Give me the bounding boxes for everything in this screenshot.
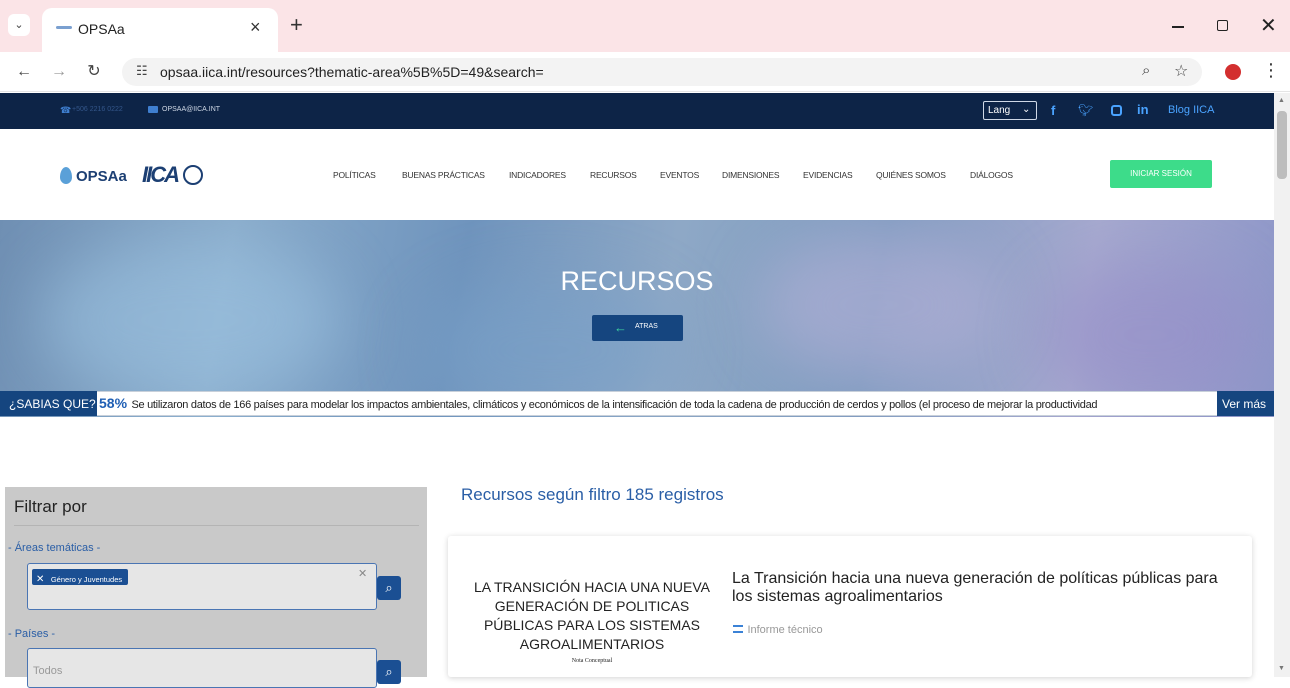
favicon-icon	[56, 26, 72, 29]
thematic-search-button[interactable]: ⌕	[377, 576, 401, 600]
thumbnail-title: LA TRANSICIÓN HACIA UNA NUEVA GENERACIÓN…	[474, 579, 710, 652]
countries-label: - Países -	[8, 628, 56, 640]
ver-mas-label: Ver más	[1222, 397, 1267, 411]
email-text[interactable]: OPSAA@IICA.INT	[162, 106, 220, 113]
search-icon: ⌕	[385, 580, 393, 595]
thematic-label: - Áreas temáticas -	[8, 542, 101, 554]
nav-eventos[interactable]: EVENTOS	[660, 170, 699, 180]
tab-close-icon[interactable]: ×	[250, 17, 261, 38]
lang-label: Lang	[988, 105, 1011, 116]
selected-tag[interactable]: ✕ Género y Juventudes	[32, 569, 129, 585]
countries-search-button[interactable]: ⌕	[377, 660, 401, 684]
lang-select[interactable]: Lang ⌄	[983, 101, 1037, 120]
tab-search-chevron-icon[interactable]: ⌄	[8, 14, 30, 36]
tab-title: OPSAa	[78, 21, 125, 37]
nav-quienes-somos[interactable]: QUIÉNES SOMOS	[876, 170, 946, 180]
resource-type: Informe técnico	[733, 620, 823, 638]
profile-avatar-icon[interactable]	[1225, 64, 1241, 80]
resource-title[interactable]: La Transición hacia una nueva generación…	[732, 570, 1242, 606]
forward-icon[interactable]: →	[49, 62, 69, 82]
site-header: OPSAa IICA	[0, 129, 1274, 220]
nav-evidencias[interactable]: EVIDENCIAS	[803, 170, 853, 180]
ticker-text: Se utilizaron datos de 166 países para m…	[131, 399, 1098, 411]
nav-dimensiones[interactable]: DIMENSIONES	[722, 170, 780, 180]
blog-link[interactable]: Blog IICA	[1168, 104, 1214, 116]
chevron-down-icon: ⌄	[1022, 104, 1031, 115]
page-scrollbar[interactable]: ▲ ▼	[1274, 93, 1290, 677]
new-tab-button[interactable]: +	[290, 12, 303, 38]
ticker-number: 58%	[99, 395, 128, 411]
scroll-down-icon[interactable]: ▼	[1278, 665, 1285, 672]
email-icon	[148, 106, 158, 113]
opsaa-leaf-icon	[60, 167, 72, 184]
login-button[interactable]: INICIAR SESIÓN	[1110, 160, 1212, 188]
phone-text[interactable]: +506 2216 0222	[72, 106, 123, 113]
resource-type-label: Informe técnico	[747, 624, 823, 636]
filter-divider	[14, 525, 419, 526]
ticker-message: 58% Se utilizaron datos de 166 países pa…	[97, 392, 1217, 415]
nav-indicadores[interactable]: INDICADORES	[509, 170, 566, 180]
reload-icon[interactable]: ↻	[84, 62, 104, 82]
clear-selection-icon[interactable]: ✕	[358, 567, 367, 580]
scroll-up-icon[interactable]: ▲	[1278, 97, 1285, 104]
menu-kebab-icon[interactable]: ⋮	[1262, 60, 1280, 81]
site-topbar: ☎ +506 2216 0222 OPSAA@IICA.INT Lang ⌄ f…	[0, 93, 1274, 129]
filter-title: Filtrar por	[14, 497, 87, 516]
results-heading: Recursos según filtro 185 registros	[461, 485, 724, 504]
twitter-icon[interactable]: 🐦︎	[1078, 103, 1093, 117]
back-icon[interactable]: ←	[14, 62, 34, 82]
hero-bokeh	[760, 230, 1000, 380]
tag-label: Género y Juventudes	[50, 575, 123, 584]
hero-bokeh	[40, 240, 340, 400]
facebook-icon[interactable]: f	[1051, 103, 1055, 118]
site-logo[interactable]: OPSAa IICA	[60, 162, 210, 190]
browser-tabstrip: ⌄ OPSAa × + ✕	[0, 0, 1290, 52]
instagram-icon[interactable]	[1111, 105, 1122, 116]
nav-buenas-practicas[interactable]: BUENAS PRÁCTICAS	[402, 170, 485, 180]
phone-icon: ☎	[60, 105, 72, 115]
arrow-left-icon: ←	[614, 320, 627, 335]
resource-thumbnail[interactable]: LA TRANSICIÓN HACIA UNA NUEVA GENERACIÓN…	[462, 578, 722, 677]
url-text: opsaa.iica.int/resources?thematic-area%5…	[160, 64, 544, 80]
fact-ticker: ¿SABIAS QUE? 58% Se utilizaron datos de …	[0, 391, 1274, 416]
thumbnail-subtitle: Nota Conceptual	[571, 658, 613, 664]
list-icon	[733, 625, 743, 633]
thematic-area-select[interactable]: ✕ Género y Juventudes ✕	[27, 563, 377, 610]
close-window-icon[interactable]: ✕	[1260, 13, 1277, 38]
nav-recursos[interactable]: RECURSOS	[590, 170, 637, 180]
ticker-label: ¿SABIAS QUE?	[9, 397, 96, 411]
bookmark-star-icon[interactable]: ☆	[1174, 61, 1188, 81]
logo-text: OPSAa	[76, 168, 127, 185]
countries-placeholder: Todos	[33, 665, 63, 677]
tag-remove-icon[interactable]: ✕	[36, 574, 44, 585]
back-label: ATRAS	[635, 323, 658, 330]
login-label: INICIAR SESIÓN	[1130, 169, 1192, 178]
restore-icon[interactable]	[1217, 20, 1228, 31]
ver-mas-button[interactable]: Ver más	[1217, 391, 1274, 416]
browser-tab[interactable]: OPSAa ×	[42, 8, 278, 52]
linkedin-icon[interactable]: in	[1137, 102, 1149, 117]
site-info-icon[interactable]: ☷	[136, 63, 148, 79]
address-bar[interactable]: ☷ opsaa.iica.int/resources?thematic-area…	[122, 58, 1202, 86]
resource-card[interactable]: LA TRANSICIÓN HACIA UNA NUEVA GENERACIÓN…	[448, 536, 1252, 677]
minimize-icon[interactable]	[1172, 26, 1184, 28]
page-title: RECURSOS	[560, 266, 714, 296]
hero-banner: RECURSOS ← ATRAS	[0, 220, 1274, 417]
scrollbar-thumb[interactable]	[1277, 111, 1287, 179]
countries-select[interactable]: Todos	[27, 648, 377, 688]
globe-icon	[183, 165, 203, 185]
iica-logo-text: IICA	[142, 162, 180, 187]
nav-politicas[interactable]: POLÍTICAS	[333, 170, 376, 180]
zoom-icon[interactable]: ⌕	[1142, 62, 1150, 79]
ticker-label-badge: ¿SABIAS QUE?	[0, 391, 97, 416]
nav-dialogos[interactable]: DIÁLOGOS	[970, 170, 1013, 180]
back-button[interactable]: ← ATRAS	[592, 315, 683, 341]
